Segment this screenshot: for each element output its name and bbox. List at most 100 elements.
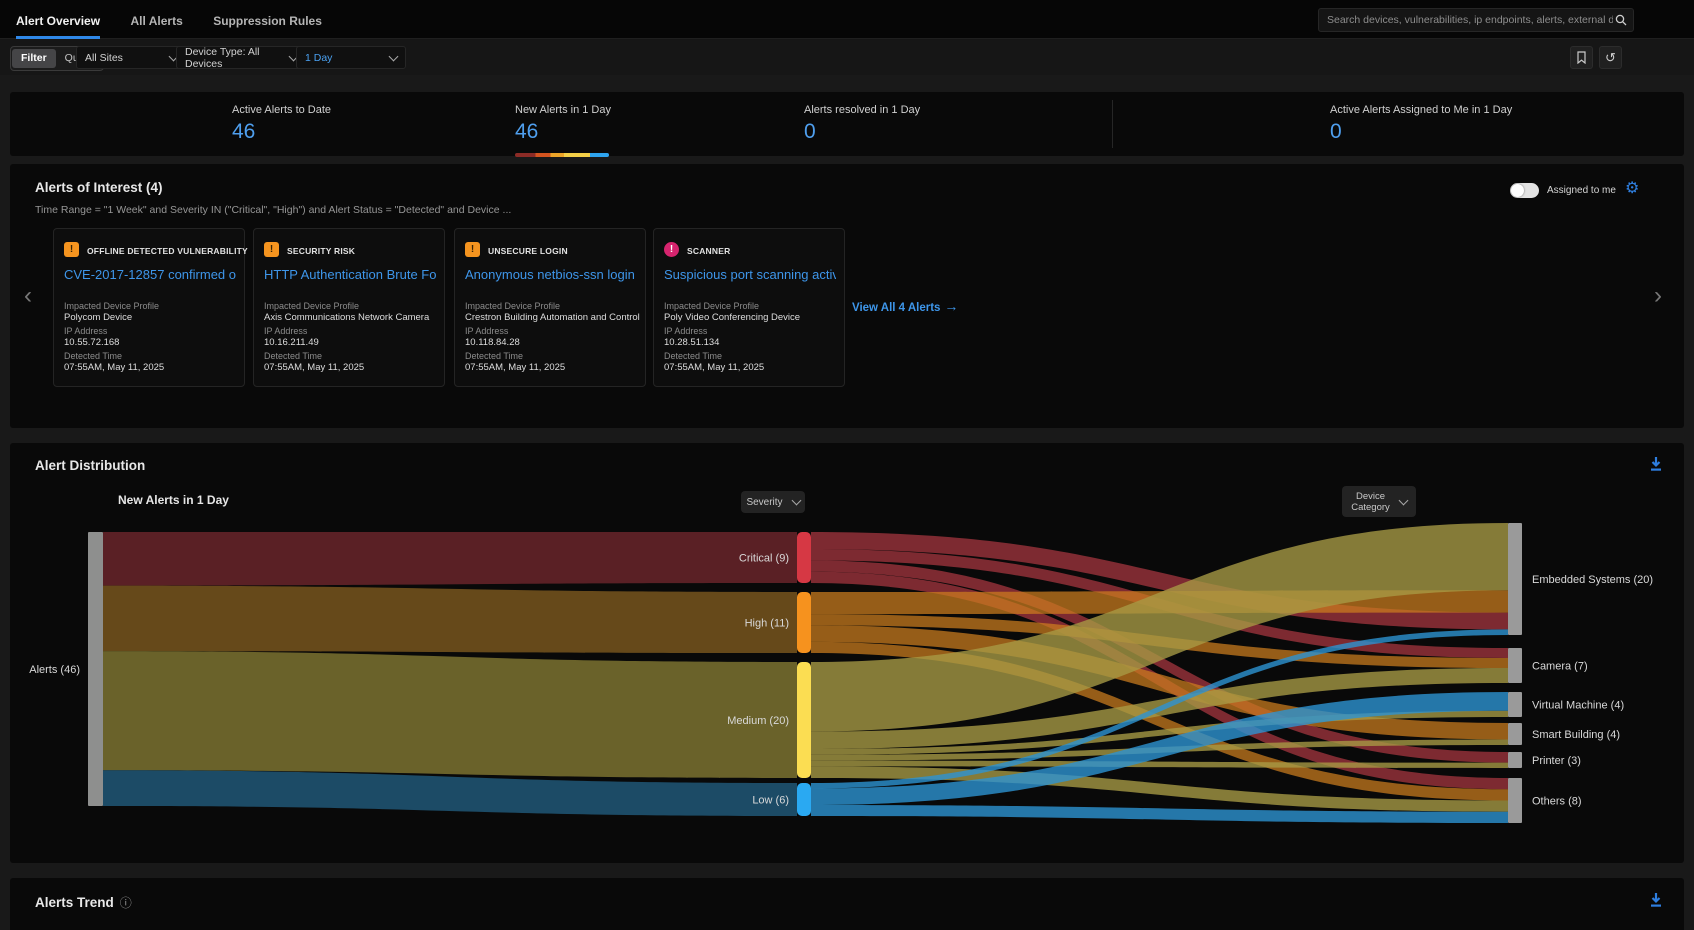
alert-title-link[interactable]: HTTP Authentication Brute For…: [264, 267, 436, 282]
field-label: Impacted Device Profile: [664, 301, 759, 311]
field-label: IP Address: [64, 326, 107, 336]
alert-badge-icon: !: [264, 242, 279, 257]
field-value: 07:55AM, May 11, 2025: [465, 362, 565, 373]
alert-card[interactable]: ! SCANNER Suspicious port scanning activ…: [653, 228, 845, 387]
sankey-flow[interactable]: [811, 761, 1508, 768]
field-value: 07:55AM, May 11, 2025: [664, 362, 764, 373]
field-label: IP Address: [465, 326, 508, 336]
stat-value[interactable]: 0: [804, 120, 920, 144]
alert-distribution-title: Alert Distribution: [35, 458, 145, 473]
download-icon[interactable]: [1648, 892, 1664, 908]
sankey-node-camera[interactable]: [1508, 648, 1522, 683]
time-range-dropdown-label: 1 Day: [305, 52, 332, 64]
alert-badge-icon: !: [64, 242, 79, 257]
alert-type-label: UNSECURE LOGIN: [488, 246, 568, 256]
sankey-node-others[interactable]: [1508, 778, 1522, 823]
sankey-node-printer[interactable]: [1508, 752, 1522, 768]
carousel-left-icon[interactable]: ‹: [24, 284, 32, 308]
sankey-node-alerts[interactable]: [88, 532, 103, 806]
sankey-node-vm[interactable]: [1508, 692, 1522, 717]
field-label: Detected Time: [465, 351, 523, 361]
field-value: Axis Communications Network Camera: [264, 312, 429, 323]
divider: [1112, 100, 1113, 148]
stat-value[interactable]: 46: [515, 120, 611, 144]
alert-type-label: SECURITY RISK: [287, 246, 355, 256]
tab-alert-overview[interactable]: Alert Overview: [16, 0, 100, 39]
sankey-source-label: New Alerts in 1 Day: [118, 493, 229, 507]
alert-card[interactable]: ! SECURITY RISK HTTP Authentication Brut…: [253, 228, 445, 387]
sites-dropdown-label: All Sites: [85, 52, 123, 64]
field-label: Impacted Device Profile: [64, 301, 159, 311]
alerts-trend-panel: Alerts Trendⓘ: [10, 878, 1684, 930]
download-icon[interactable]: [1648, 456, 1664, 472]
severity-distribution-bar: [515, 153, 609, 157]
refresh-button[interactable]: ↺: [1599, 46, 1622, 69]
view-all-alerts-link[interactable]: View All 4 Alerts→: [852, 298, 958, 314]
bookmark-icon: [1576, 51, 1587, 64]
alert-card[interactable]: ! OFFLINE DETECTED VULNERABILITY CVE-201…: [53, 228, 245, 387]
stat-assigned-alerts: Active Alerts Assigned to Me in 1 Day 0: [1330, 104, 1512, 144]
device-type-dropdown-label: Device Type: All Devices: [185, 46, 280, 70]
time-range-dropdown[interactable]: 1 Day: [296, 46, 406, 69]
tab-all-alerts[interactable]: All Alerts: [131, 0, 183, 39]
filter-bar: Filter Query All Sites Device Type: All …: [0, 39, 1694, 75]
gear-icon[interactable]: ⚙: [1625, 179, 1639, 199]
sankey-flow[interactable]: [103, 651, 797, 778]
sankey-flow[interactable]: [103, 586, 797, 653]
sankey-node-label: Alerts (46): [29, 664, 80, 676]
chevron-down-icon: [389, 51, 399, 61]
field-label: Impacted Device Profile: [264, 301, 359, 311]
sankey-node-label: Critical (9): [739, 553, 789, 565]
field-label: Impacted Device Profile: [465, 301, 560, 311]
field-value: 10.16.211.49: [264, 337, 319, 348]
sankey-flow[interactable]: [103, 532, 797, 586]
device-category-dropdown[interactable]: Device Category: [1342, 486, 1416, 517]
sankey-node-label: Virtual Machine (4): [1532, 700, 1624, 712]
field-value: 10.55.72.168: [64, 337, 119, 348]
field-value: 10.118.84.28: [465, 337, 520, 348]
sites-dropdown[interactable]: All Sites: [76, 46, 186, 69]
field-value: Polycom Device: [64, 312, 132, 323]
device-type-dropdown[interactable]: Device Type: All Devices: [176, 46, 306, 69]
field-label: IP Address: [664, 326, 707, 336]
alerts-of-interest-title: Alerts of Interest (4): [35, 180, 163, 195]
field-label: IP Address: [264, 326, 307, 336]
sankey-node-critical[interactable]: [797, 532, 811, 583]
field-value: 10.28.51.134: [664, 337, 719, 348]
carousel-right-icon[interactable]: ›: [1654, 284, 1662, 308]
chevron-down-icon: [1398, 495, 1408, 505]
alert-badge-icon: !: [465, 242, 480, 257]
alerts-trend-title: Alerts Trendⓘ: [35, 894, 132, 911]
field-value: 07:55AM, May 11, 2025: [264, 362, 364, 373]
stat-value[interactable]: 0: [1330, 120, 1512, 144]
stat-value[interactable]: 46: [232, 120, 331, 144]
filter-mode-button[interactable]: Filter: [12, 49, 56, 68]
top-navigation-bar: Alert Overview All Alerts Suppression Ru…: [0, 0, 1694, 39]
sankey-node-label: Medium (20): [727, 715, 789, 727]
stat-resolved-alerts: Alerts resolved in 1 Day 0: [804, 104, 920, 144]
sankey-node-label: Others (8): [1532, 796, 1582, 808]
tab-suppression-rules[interactable]: Suppression Rules: [213, 0, 322, 39]
alert-title-link[interactable]: Anonymous netbios-ssn login a…: [465, 267, 637, 282]
sankey-node-high[interactable]: [797, 592, 811, 653]
alert-type-label: SCANNER: [687, 246, 730, 256]
search-input[interactable]: [1325, 13, 1615, 27]
sankey-node-sb[interactable]: [1508, 723, 1522, 745]
toggle-knob: [1511, 184, 1524, 197]
sankey-node-medium[interactable]: [797, 662, 811, 778]
arrow-right-icon: →: [944, 298, 958, 314]
sankey-node-embedded[interactable]: [1508, 523, 1522, 635]
assigned-to-me-toggle[interactable]: [1510, 183, 1539, 198]
alert-title-link[interactable]: Suspicious port scanning activity: [664, 267, 836, 282]
severity-dropdown-label: Severity: [746, 497, 782, 508]
sankey-node-low[interactable]: [797, 783, 811, 816]
bookmark-button[interactable]: [1570, 46, 1593, 69]
assigned-to-me-label: Assigned to me: [1547, 185, 1616, 196]
alert-title-link[interactable]: CVE-2017-12857 confirmed on…: [64, 267, 236, 282]
sankey-node-label: Smart Building (4): [1532, 729, 1620, 741]
field-value: Poly Video Conferencing Device: [664, 312, 800, 323]
alert-card[interactable]: ! UNSECURE LOGIN Anonymous netbios-ssn l…: [454, 228, 646, 387]
severity-dropdown[interactable]: Severity: [741, 491, 805, 513]
info-icon[interactable]: ⓘ: [120, 896, 132, 910]
chevron-down-icon: [791, 496, 801, 506]
